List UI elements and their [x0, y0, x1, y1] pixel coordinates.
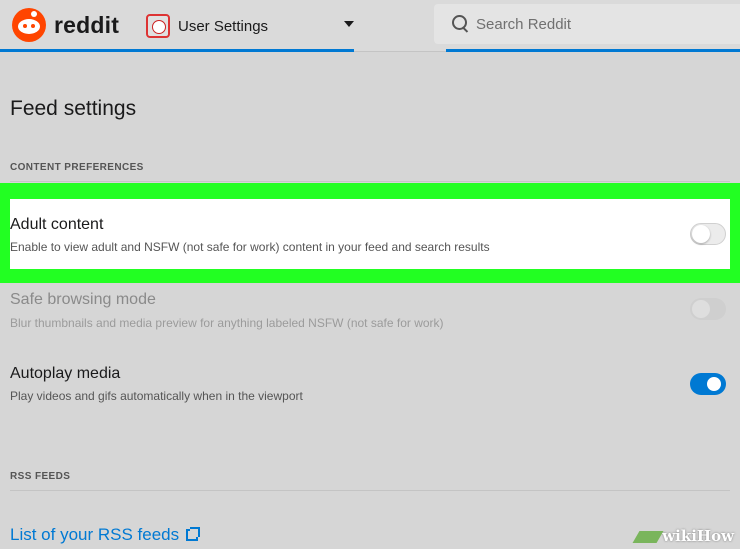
- rss-feeds-link[interactable]: List of your RSS feeds: [10, 525, 201, 545]
- search-input[interactable]: Search Reddit: [434, 4, 740, 44]
- setting-description: Blur thumbnails and media preview for an…: [10, 316, 444, 330]
- top-bar: reddit User Settings Search Reddit: [0, 0, 740, 52]
- active-tab-underline: [0, 49, 354, 52]
- page-selector-label: User Settings: [178, 17, 269, 35]
- toggle-knob: [692, 300, 710, 318]
- setting-description: Enable to view adult and NSFW (not safe …: [10, 240, 490, 254]
- reddit-logo[interactable]: reddit: [12, 8, 119, 42]
- highlight-frame: Adult content Enable to view adult and N…: [0, 183, 740, 283]
- divider: [10, 181, 730, 182]
- external-link-icon: [186, 527, 201, 541]
- section-label-rss-feeds: RSS FEEDS: [10, 471, 71, 482]
- wikihow-watermark: wikiHow: [632, 527, 734, 545]
- safe-browsing-toggle[interactable]: [690, 298, 726, 320]
- adult-content-toggle[interactable]: [690, 223, 726, 245]
- setting-title: Adult content: [10, 216, 104, 233]
- chevron-down-icon: [344, 21, 354, 27]
- autoplay-toggle[interactable]: [690, 373, 726, 395]
- section-label-content-preferences: CONTENT PREFERENCES: [10, 162, 144, 173]
- page-selector-dropdown[interactable]: User Settings: [140, 0, 354, 52]
- setting-title: Autoplay media: [10, 365, 121, 382]
- snoo-icon: [12, 8, 46, 42]
- page-title: Feed settings: [10, 97, 137, 120]
- search-underline: [446, 49, 740, 52]
- user-avatar-icon: [146, 14, 170, 38]
- search-icon: [452, 15, 470, 33]
- setting-row-adult-content: Adult content Enable to view adult and N…: [10, 199, 730, 269]
- setting-title: Safe browsing mode: [10, 291, 156, 308]
- search-placeholder: Search Reddit: [476, 15, 572, 33]
- toggle-knob: [692, 225, 710, 243]
- brand-wordmark: reddit: [54, 11, 120, 38]
- rss-link-label: List of your RSS feeds: [10, 525, 180, 544]
- setting-description: Play videos and gifs automatically when …: [10, 389, 303, 403]
- toggle-knob: [705, 375, 723, 393]
- divider: [10, 490, 730, 491]
